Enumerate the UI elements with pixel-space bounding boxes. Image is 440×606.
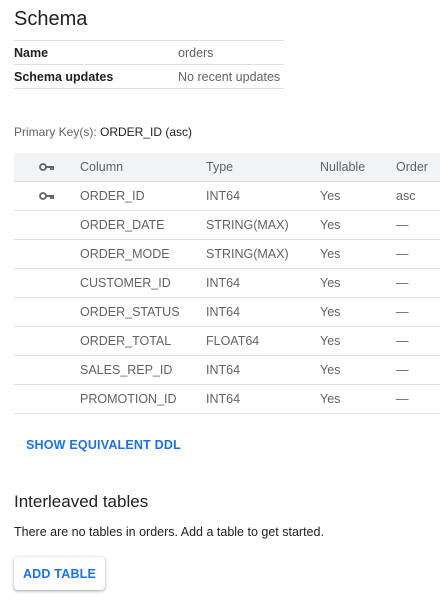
column-name: ORDER_MODE (80, 247, 170, 261)
column-order: — (396, 392, 409, 406)
column-order: — (396, 276, 409, 290)
table-row: ORDER_STATUS INT64 Yes — (14, 298, 440, 327)
header-column: Column (80, 160, 124, 174)
column-nullable: Yes (320, 276, 341, 290)
info-key-schema-updates: Schema updates (14, 69, 114, 84)
column-name: SALES_REP_ID (80, 363, 173, 377)
columns-table: Column Type Nullable Order ORDER_ID INT6… (14, 153, 440, 414)
column-type: STRING(MAX) (206, 247, 289, 261)
column-order: — (396, 334, 409, 348)
column-type: FLOAT64 (206, 334, 260, 348)
row-key-cell (14, 191, 80, 201)
table-row: ORDER_TOTAL FLOAT64 Yes — (14, 327, 440, 356)
table-row: ORDER_MODE STRING(MAX) Yes — (14, 240, 440, 269)
header-key-cell (14, 162, 80, 172)
info-row-schema-updates: Schema updates No recent updates (14, 65, 284, 89)
interleaved-empty-text: There are no tables in orders. Add a tab… (14, 525, 324, 539)
table-row: ORDER_ID INT64 Yes asc (14, 182, 440, 211)
info-value-name: orders (178, 45, 214, 60)
show-equivalent-ddl-button[interactable]: SHOW EQUIVALENT DDL (26, 438, 181, 452)
table-row: CUSTOMER_ID INT64 Yes — (14, 269, 440, 298)
table-row: SALES_REP_ID INT64 Yes — (14, 356, 440, 385)
column-order: — (396, 218, 409, 232)
info-row-name: Name orders (14, 41, 284, 65)
column-name: ORDER_STATUS (80, 305, 180, 319)
key-icon (39, 191, 55, 201)
page-title: Schema (14, 8, 88, 30)
column-order: asc (396, 189, 416, 203)
column-name: PROMOTION_ID (80, 392, 177, 406)
column-name: ORDER_ID (80, 189, 145, 203)
column-nullable: Yes (320, 363, 341, 377)
interleaved-tables-title: Interleaved tables (14, 492, 149, 511)
header-nullable: Nullable (320, 160, 366, 174)
schema-info-table: Name orders Schema updates No recent upd… (14, 40, 284, 89)
add-table-button[interactable]: ADD TABLE (14, 557, 105, 590)
column-nullable: Yes (320, 334, 341, 348)
primary-key-label: Primary Key(s): (14, 125, 101, 139)
column-name: ORDER_DATE (80, 218, 165, 232)
column-nullable: Yes (320, 218, 341, 232)
table-row: PROMOTION_ID INT64 Yes — (14, 385, 440, 414)
primary-key-line: Primary Key(s): ORDER_ID (asc) (14, 124, 192, 140)
columns-table-header: Column Type Nullable Order (14, 153, 440, 182)
header-order: Order (396, 160, 428, 174)
info-key-name: Name (14, 45, 49, 60)
key-icon (39, 162, 55, 172)
column-order: — (396, 305, 409, 319)
column-type: INT64 (206, 189, 241, 203)
column-type: INT64 (206, 363, 241, 377)
column-type: INT64 (206, 305, 241, 319)
column-type: INT64 (206, 392, 241, 406)
column-nullable: Yes (320, 392, 341, 406)
table-row: ORDER_DATE STRING(MAX) Yes — (14, 211, 440, 240)
primary-key-value: ORDER_ID (asc) (100, 125, 193, 139)
column-type: INT64 (206, 276, 241, 290)
column-name: ORDER_TOTAL (80, 334, 172, 348)
column-type: STRING(MAX) (206, 218, 289, 232)
info-value-schema-updates: No recent updates (178, 69, 281, 84)
column-nullable: Yes (320, 189, 341, 203)
column-nullable: Yes (320, 305, 341, 319)
header-type: Type (206, 160, 234, 174)
column-order: — (396, 363, 409, 377)
column-nullable: Yes (320, 247, 341, 261)
column-name: CUSTOMER_ID (80, 276, 171, 290)
column-order: — (396, 247, 409, 261)
